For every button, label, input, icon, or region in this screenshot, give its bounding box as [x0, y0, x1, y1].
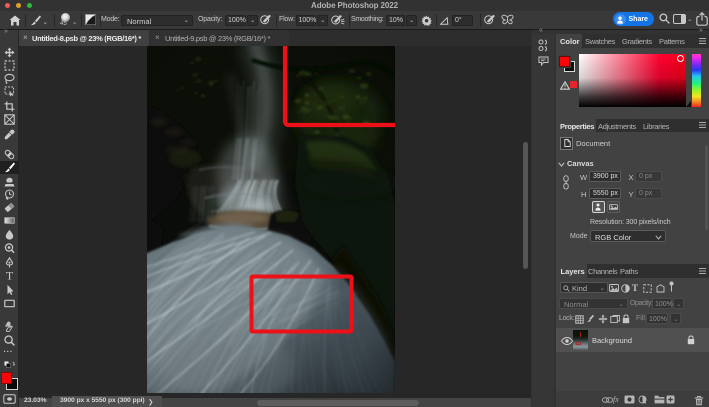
svg-text:T: T [6, 270, 14, 281]
